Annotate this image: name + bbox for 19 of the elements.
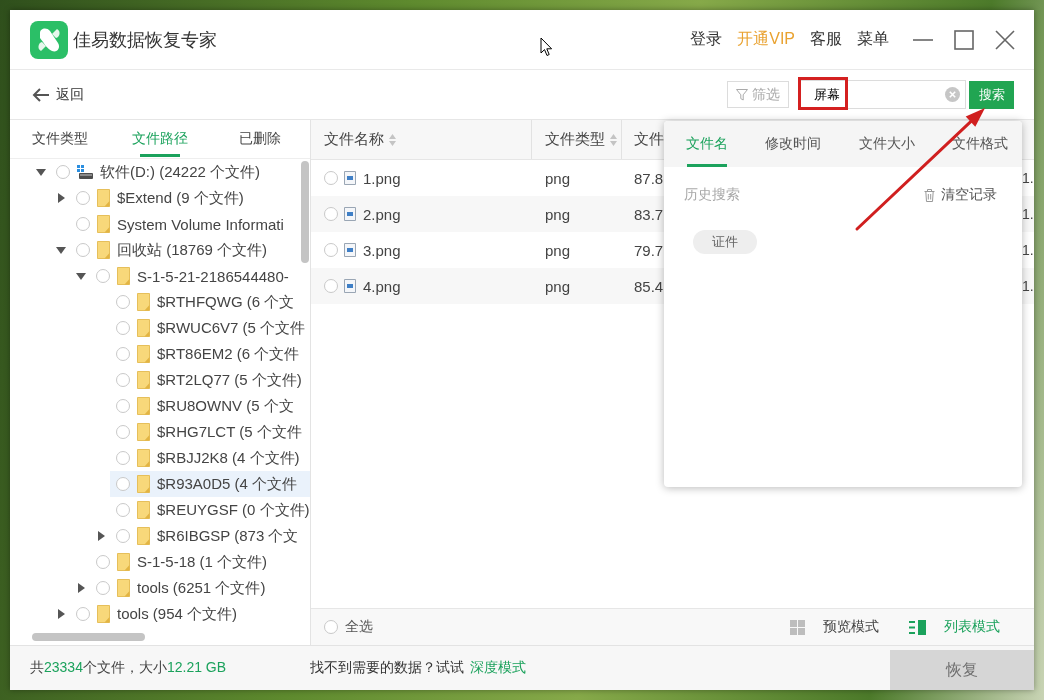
table-cell: 1. bbox=[1022, 242, 1034, 258]
table-cell: 1. bbox=[1022, 206, 1034, 222]
table-cell: png bbox=[545, 241, 571, 259]
table-cell: 79.7 bbox=[634, 241, 664, 259]
table-cell: png bbox=[545, 205, 571, 223]
file-name: 2.png bbox=[363, 205, 401, 223]
table-cell: 1. bbox=[1022, 278, 1034, 294]
table-cell: 87.8 bbox=[634, 169, 664, 187]
table-cell: png bbox=[545, 169, 571, 187]
table-cell: png bbox=[545, 277, 571, 295]
table-cell: 1. bbox=[1022, 170, 1034, 186]
file-count-summary: 共23334个文件，大小12.21 GB bbox=[29, 659, 228, 677]
file-name: 4.png bbox=[363, 277, 401, 295]
table-cell: 83.7 bbox=[634, 205, 664, 223]
file-name: 1.png bbox=[363, 169, 401, 187]
table-cell: 85.4 bbox=[634, 277, 664, 295]
hint-text: 找不到需要的数据？试试 深度模式 bbox=[310, 659, 526, 677]
file-name: 3.png bbox=[363, 241, 401, 259]
window-title: 佳易数据恢复专家 bbox=[73, 28, 217, 52]
